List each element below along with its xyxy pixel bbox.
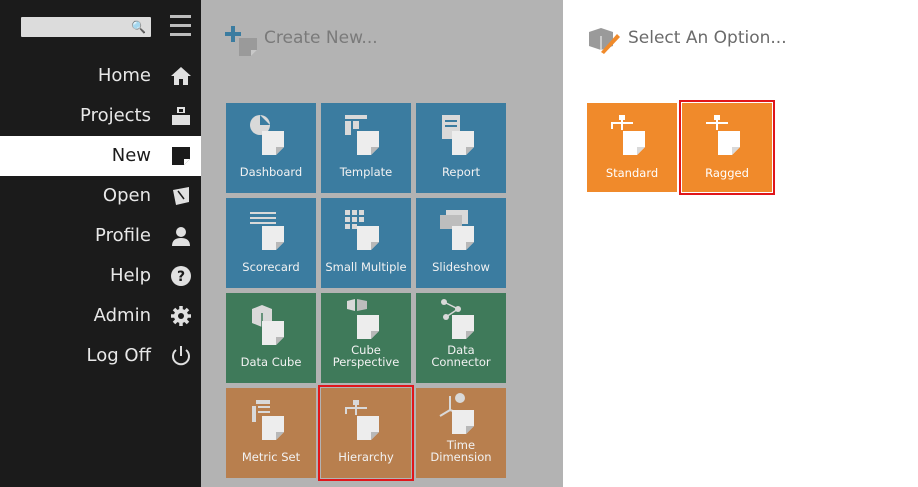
tile-label: Small Multiple xyxy=(325,260,407,274)
home-icon xyxy=(171,67,191,85)
sidebar-item-new[interactable]: New xyxy=(0,136,201,176)
sidebar-item-home[interactable]: Home xyxy=(0,56,201,96)
tile-label: Template xyxy=(339,165,393,179)
tile-label: Data Cube xyxy=(240,355,302,369)
briefcase-icon xyxy=(172,107,190,125)
dashboard-icon xyxy=(250,115,284,155)
tile-template[interactable]: Template xyxy=(321,103,411,193)
hamburger-menu-icon[interactable] xyxy=(170,15,191,37)
sidebar-item-label: New xyxy=(111,145,151,166)
sidebar-item-label: Admin xyxy=(93,305,151,326)
tile-hierarchy[interactable]: Hierarchy xyxy=(318,385,414,481)
page-title: Create New... xyxy=(264,28,378,48)
tile-label: Slideshow xyxy=(432,260,490,274)
create-new-panel: Create New... Dashboard Template Report … xyxy=(201,0,563,487)
metric-set-icon xyxy=(252,400,284,440)
page-title: Select An Option... xyxy=(628,28,787,48)
tile-time-dimension[interactable]: Time Dimension xyxy=(416,388,506,478)
user-icon xyxy=(172,227,190,246)
power-icon xyxy=(172,346,190,366)
search-input[interactable]: 🔍 xyxy=(21,17,151,37)
sidebar-item-help[interactable]: Help ? xyxy=(0,256,201,296)
sidebar-item-label: Open xyxy=(102,185,151,206)
tile-metric-set[interactable]: Metric Set xyxy=(226,388,316,478)
hierarchy-icon xyxy=(345,400,379,440)
tile-small-multiple[interactable]: Small Multiple xyxy=(321,198,411,288)
time-dimension-icon xyxy=(439,393,474,434)
sidebar-item-label: Log Off xyxy=(86,345,151,366)
select-option-panel: Select An Option... Standard Ragged xyxy=(563,0,918,487)
tile-cube-perspective[interactable]: Cube Perspective xyxy=(321,293,411,383)
hierarchy-icon xyxy=(611,115,645,155)
tile-label: Data Connector xyxy=(431,343,491,369)
option-standard[interactable]: Standard xyxy=(587,103,677,192)
template-icon xyxy=(345,115,379,155)
sidebar-item-profile[interactable]: Profile xyxy=(0,216,201,256)
option-ragged[interactable]: Ragged xyxy=(679,100,775,195)
tile-data-connector[interactable]: Data Connector xyxy=(416,293,506,383)
small-multiple-icon xyxy=(345,210,379,250)
tile-label: Report xyxy=(441,165,481,179)
svg-text:?: ? xyxy=(177,269,185,285)
data-connector-icon xyxy=(441,299,474,339)
sidebar-nav: Home Projects New Open Profile Help ? Ad… xyxy=(0,56,201,376)
tile-label: Metric Set xyxy=(241,450,301,464)
tile-slideshow[interactable]: Slideshow xyxy=(416,198,506,288)
sidebar-item-label: Profile xyxy=(95,225,151,246)
cube-perspective-icon xyxy=(347,299,379,339)
option-label: Ragged xyxy=(705,166,749,180)
sidebar-item-label: Projects xyxy=(80,105,151,126)
tile-label: Hierarchy xyxy=(338,450,394,464)
report-icon xyxy=(442,115,474,155)
create-new-icon xyxy=(225,26,257,56)
option-label: Standard xyxy=(605,166,659,180)
sidebar: 🔍 Home Projects New Open Profile Help ? … xyxy=(0,0,201,487)
tile-data-cube[interactable]: Data Cube xyxy=(226,293,316,383)
tile-report[interactable]: Report xyxy=(416,103,506,193)
data-cube-icon xyxy=(252,305,284,345)
sidebar-item-log-off[interactable]: Log Off xyxy=(0,336,201,376)
gear-icon xyxy=(171,306,191,326)
new-document-icon xyxy=(172,147,190,165)
cube-pencil-icon xyxy=(589,28,620,54)
tile-label: Time Dimension xyxy=(430,438,492,464)
help-icon: ? xyxy=(171,266,191,286)
ragged-hierarchy-icon xyxy=(706,115,740,155)
scorecard-icon xyxy=(250,212,284,250)
tile-label: Dashboard xyxy=(239,165,303,179)
slideshow-icon xyxy=(440,210,474,250)
sidebar-item-label: Help xyxy=(109,265,151,286)
tile-label: Cube Perspective xyxy=(332,343,400,369)
tile-label: Scorecard xyxy=(242,260,300,274)
tile-dashboard[interactable]: Dashboard xyxy=(226,103,316,193)
sidebar-item-projects[interactable]: Projects xyxy=(0,96,201,136)
search-icon[interactable]: 🔍 xyxy=(131,19,146,35)
sidebar-item-open[interactable]: Open xyxy=(0,176,201,216)
tile-scorecard[interactable]: Scorecard xyxy=(226,198,316,288)
sidebar-item-admin[interactable]: Admin xyxy=(0,296,201,336)
open-folder-icon xyxy=(173,187,189,205)
sidebar-item-label: Home xyxy=(97,65,151,86)
